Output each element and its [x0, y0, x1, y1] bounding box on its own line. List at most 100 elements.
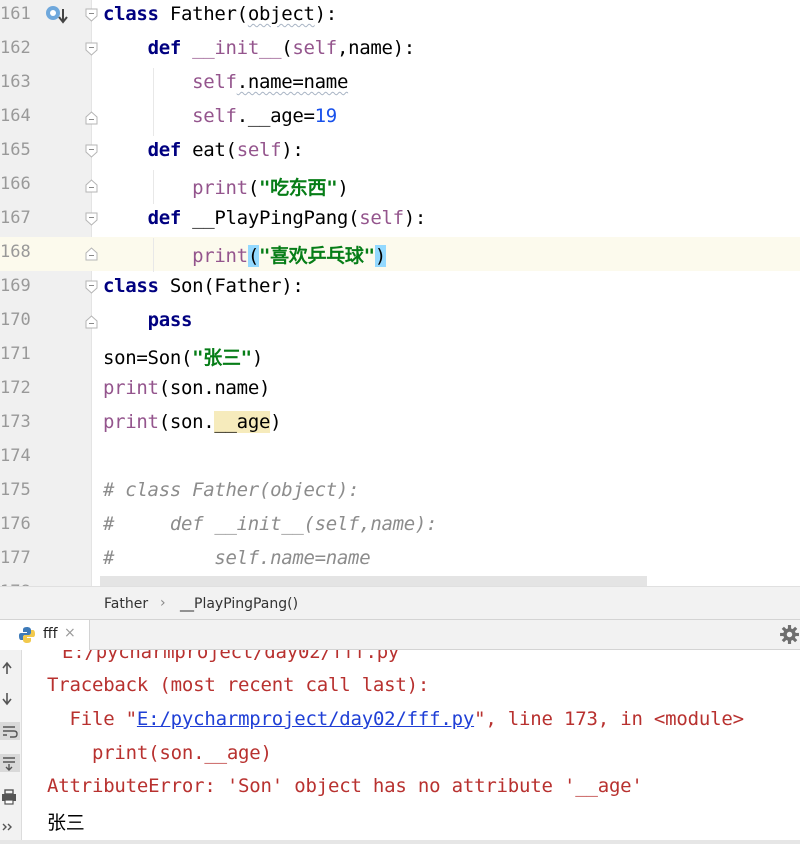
code-text[interactable]: self.name=name	[103, 71, 348, 93]
line-number: 162	[0, 38, 31, 58]
code-token: def	[147, 139, 182, 161]
line-number-cell[interactable]: 176	[0, 509, 92, 543]
line-number-cell[interactable]: 171	[0, 339, 92, 373]
code-text[interactable]: son=Son("张三")	[103, 343, 263, 370]
breadcrumb-method[interactable]: __PlayPingPang()	[180, 596, 298, 612]
console-text: E:/pycharmproject/day02/fff.py	[62, 650, 400, 663]
code-text[interactable]: class Son(Father):	[103, 275, 304, 297]
scroll-down-icon[interactable]	[0, 688, 20, 710]
code-text[interactable]: print("吃东西")	[103, 173, 349, 200]
line-number-cell[interactable]: 168	[0, 237, 98, 271]
code-token: 19	[314, 105, 338, 127]
line-number-cell[interactable]: 163	[0, 67, 92, 101]
code-line[interactable]: 174	[0, 441, 800, 475]
console-text: ", line 173, in <module>	[474, 708, 744, 730]
code-line[interactable]: 165 def eat(self):	[0, 135, 800, 169]
code-editor[interactable]: 161 class Father(object): 162 def __init__…	[0, 0, 800, 586]
code-token: self	[292, 37, 337, 59]
fold-close-icon[interactable]	[84, 110, 99, 125]
fold-open-icon[interactable]	[84, 8, 99, 23]
console-line: print(son.__age)	[47, 742, 272, 764]
code-line[interactable]: 168 print("喜欢乒乓球")	[0, 237, 800, 271]
code-line[interactable]: 167 def __PlayPingPang(self):	[0, 203, 800, 237]
line-number-cell[interactable]: 164	[0, 101, 98, 135]
line-number: 167	[0, 208, 31, 228]
code-text[interactable]: # class Father(object):	[103, 479, 360, 501]
code-token: print	[192, 245, 248, 267]
line-number: 169	[0, 276, 31, 296]
code-text[interactable]: pass	[103, 309, 193, 331]
code-line[interactable]: 164 self.__age=19	[0, 101, 800, 135]
code-token: .name=name	[236, 71, 349, 93]
code-line[interactable]: 177 # self.name=name	[0, 543, 800, 577]
fold-open-icon[interactable]	[84, 144, 99, 159]
code-token: def	[147, 207, 182, 229]
line-number-cell[interactable]: 172	[0, 373, 92, 407]
line-number: 173	[0, 412, 31, 432]
print-icon[interactable]	[0, 786, 20, 808]
code-line[interactable]: 161 class Father(object):	[0, 0, 800, 33]
run-tab-fff[interactable]: fff ×	[0, 620, 90, 650]
code-line[interactable]: 170 pass	[0, 305, 800, 339]
scroll-to-end-icon[interactable]	[0, 752, 20, 774]
fold-open-icon[interactable]	[84, 42, 99, 57]
code-token: self	[192, 105, 237, 127]
close-icon[interactable]: ×	[64, 625, 76, 641]
line-number-cell[interactable]: 174	[0, 441, 92, 475]
line-number-cell[interactable]: 175	[0, 475, 92, 509]
line-number-cell[interactable]: 177	[0, 543, 92, 577]
fold-close-icon[interactable]	[84, 314, 99, 329]
soft-wrap-icon[interactable]	[0, 720, 20, 742]
line-number-cell[interactable]: 165	[0, 135, 98, 169]
code-text[interactable]: print(son.name)	[103, 377, 270, 399]
code-line[interactable]: 173 print(son.__age)	[0, 407, 800, 441]
line-number: 172	[0, 378, 31, 398]
code-token: ):	[314, 3, 338, 25]
fold-open-icon[interactable]	[84, 212, 99, 227]
code-text[interactable]: self.__age=19	[103, 105, 337, 127]
code-line[interactable]: 176 # def __init__(self,name):	[0, 509, 800, 543]
code-line[interactable]: 162 def __init__(self,name):	[0, 33, 800, 67]
code-text[interactable]: class Father(object):	[103, 3, 337, 25]
code-line[interactable]: 166 print("吃东西")	[0, 169, 800, 203]
editor-horizontal-scrollbar[interactable]	[100, 576, 647, 586]
line-number-cell[interactable]: 169	[0, 271, 98, 305]
code-token: __age	[214, 411, 271, 433]
code-line[interactable]: 169 class Son(Father):	[0, 271, 800, 305]
fold-close-icon[interactable]	[84, 246, 99, 261]
line-number-cell[interactable]: 173	[0, 407, 92, 441]
method-override-icon[interactable]	[44, 3, 68, 27]
line-number-cell[interactable]: 170	[0, 305, 98, 339]
code-text[interactable]: print("喜欢乒乓球")	[103, 241, 386, 268]
code-token: )	[374, 245, 386, 267]
code-text[interactable]: # self.name=name	[103, 547, 371, 569]
fold-close-icon[interactable]	[84, 178, 99, 193]
code-line[interactable]: 172 print(son.name)	[0, 373, 800, 407]
code-text[interactable]: # def __init__(self,name):	[103, 513, 437, 535]
fold-open-icon[interactable]	[84, 280, 99, 295]
line-number-cell[interactable]: 166	[0, 169, 98, 203]
code-text[interactable]: def __init__(self,name):	[103, 37, 416, 59]
code-line[interactable]: 163 self.name=name	[0, 67, 800, 101]
line-number-cell[interactable]: 167	[0, 203, 98, 237]
breadcrumb-class[interactable]: Father	[104, 596, 148, 612]
code-token: son=Son(	[103, 347, 193, 369]
more-actions-icon[interactable]	[0, 816, 20, 838]
line-number-cell[interactable]: 162	[0, 33, 98, 67]
console-text: File "	[47, 708, 137, 730]
scroll-up-icon[interactable]	[0, 658, 20, 680]
code-line[interactable]: 171 son=Son("张三")	[0, 339, 800, 373]
code-token: )	[251, 347, 263, 369]
code-text[interactable]: print(son.__age)	[103, 411, 282, 433]
code-token: .__age=	[236, 105, 315, 127]
run-console-output[interactable]: E:/pycharmproject/day02/fff.py Traceback …	[22, 650, 800, 840]
code-line[interactable]: 175 # class Father(object):	[0, 475, 800, 509]
file-link[interactable]: E:/pycharmproject/day02/fff.py	[137, 708, 474, 730]
code-text[interactable]: def __PlayPingPang(self):	[103, 207, 427, 229]
code-text[interactable]: def eat(self):	[103, 139, 304, 161]
gear-icon[interactable]	[779, 624, 800, 645]
line-number-cell[interactable]: 178	[0, 577, 92, 586]
line-number: 176	[0, 514, 31, 534]
line-number: 165	[0, 140, 31, 160]
